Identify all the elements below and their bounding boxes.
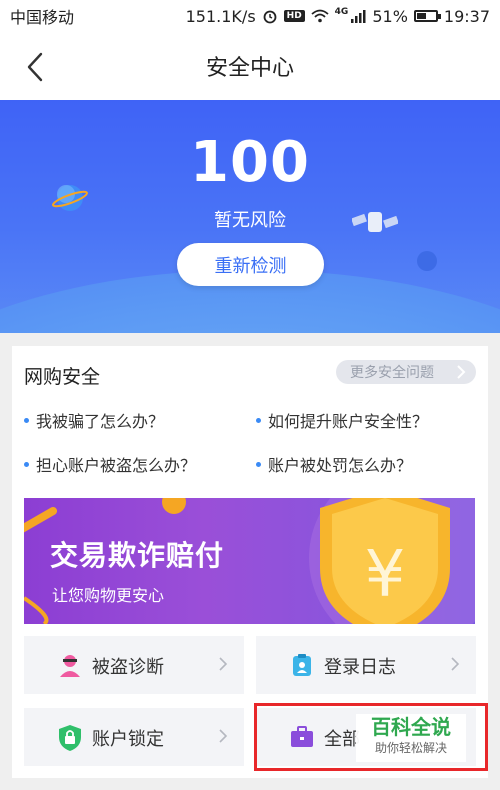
bullet-dot — [24, 461, 29, 467]
battery-percent: 51% — [372, 6, 408, 26]
tile-login-log[interactable]: 登录日志 — [256, 636, 476, 694]
battery-icon — [413, 10, 441, 22]
recheck-button[interactable]: 重新检测 — [177, 243, 324, 286]
tile-label: 账户锁定 — [92, 729, 164, 750]
question-link[interactable]: 账户被处罚怎么办？ — [256, 452, 412, 476]
banner-subtitle: 让您购物更安心 — [52, 586, 165, 605]
bullet-dot — [256, 461, 261, 467]
chevron-right-icon — [451, 657, 460, 671]
chevron-right-icon — [219, 729, 228, 743]
clock: 19:37 — [443, 6, 490, 26]
question-text: 我被骗了怎么办？ — [36, 412, 165, 431]
more-questions-button[interactable]: 更多安全问题 — [336, 360, 476, 384]
chevron-left-icon — [27, 52, 43, 82]
log-icon — [293, 654, 311, 676]
fraud-compensation-banner[interactable]: ¥ 交易欺诈赔付 让您购物更安心 — [24, 498, 475, 624]
question-link[interactable]: 担心账户被盗怎么办？ — [24, 452, 196, 476]
security-score: 100 — [190, 130, 310, 195]
shield-lock-icon — [59, 725, 81, 751]
signal-icon — [351, 10, 366, 23]
moon-icon — [417, 251, 437, 271]
shield-yuan-icon: ¥ — [320, 498, 450, 624]
tile-theft-diagnosis[interactable]: 被盗诊断 — [24, 636, 244, 694]
hd-badge: HD — [283, 10, 305, 22]
question-link[interactable]: 我被骗了怎么办？ — [24, 408, 164, 432]
status-right: 151.1K/s HD 4G 51% 19:37 — [186, 7, 490, 26]
question-text: 如何提升账户安全性？ — [268, 412, 429, 431]
thief-icon — [60, 655, 80, 677]
tile-label: 登录日志 — [324, 657, 396, 678]
wifi-icon — [311, 9, 329, 23]
risk-status: 暂无风险 — [214, 210, 286, 231]
bullet-dot — [256, 417, 261, 423]
battery-fill — [416, 13, 427, 19]
question-text: 账户被处罚怎么办？ — [268, 456, 413, 475]
chevron-right-icon — [219, 657, 228, 671]
watermark-title: 百科全说 — [371, 715, 451, 739]
question-text: 担心账户被盗怎么办？ — [36, 456, 197, 475]
chevron-right-icon — [457, 365, 466, 379]
back-button[interactable] — [20, 50, 50, 84]
tile-account-lock[interactable]: 账户锁定 — [24, 708, 244, 766]
watermark: 百科全说 助你轻松解决 — [356, 714, 466, 762]
security-score-panel: 100 暂无风险 重新检测 — [0, 100, 500, 333]
nav-bar: 安全中心 — [0, 32, 500, 100]
tile-label: 被盗诊断 — [92, 657, 164, 678]
carrier-label: 中国移动 — [10, 8, 75, 27]
network-speed: 151.1K/s — [185, 6, 256, 26]
alarm-icon — [263, 10, 277, 24]
page-title: 安全中心 — [205, 56, 294, 81]
banner-title: 交易欺诈赔付 — [50, 539, 225, 572]
svg-text:¥: ¥ — [365, 538, 406, 612]
watermark-subtitle: 助你轻松解决 — [374, 741, 447, 755]
question-link[interactable]: 如何提升账户安全性？ — [256, 408, 428, 432]
bullet-dot — [24, 417, 29, 423]
more-questions-label: 更多安全问题 — [350, 365, 434, 381]
status-bar: 中国移动 151.1K/s HD 4G 51% 19:37 — [0, 0, 500, 32]
network-type: 4G — [334, 6, 349, 17]
section-title: 网购安全 — [24, 366, 101, 388]
